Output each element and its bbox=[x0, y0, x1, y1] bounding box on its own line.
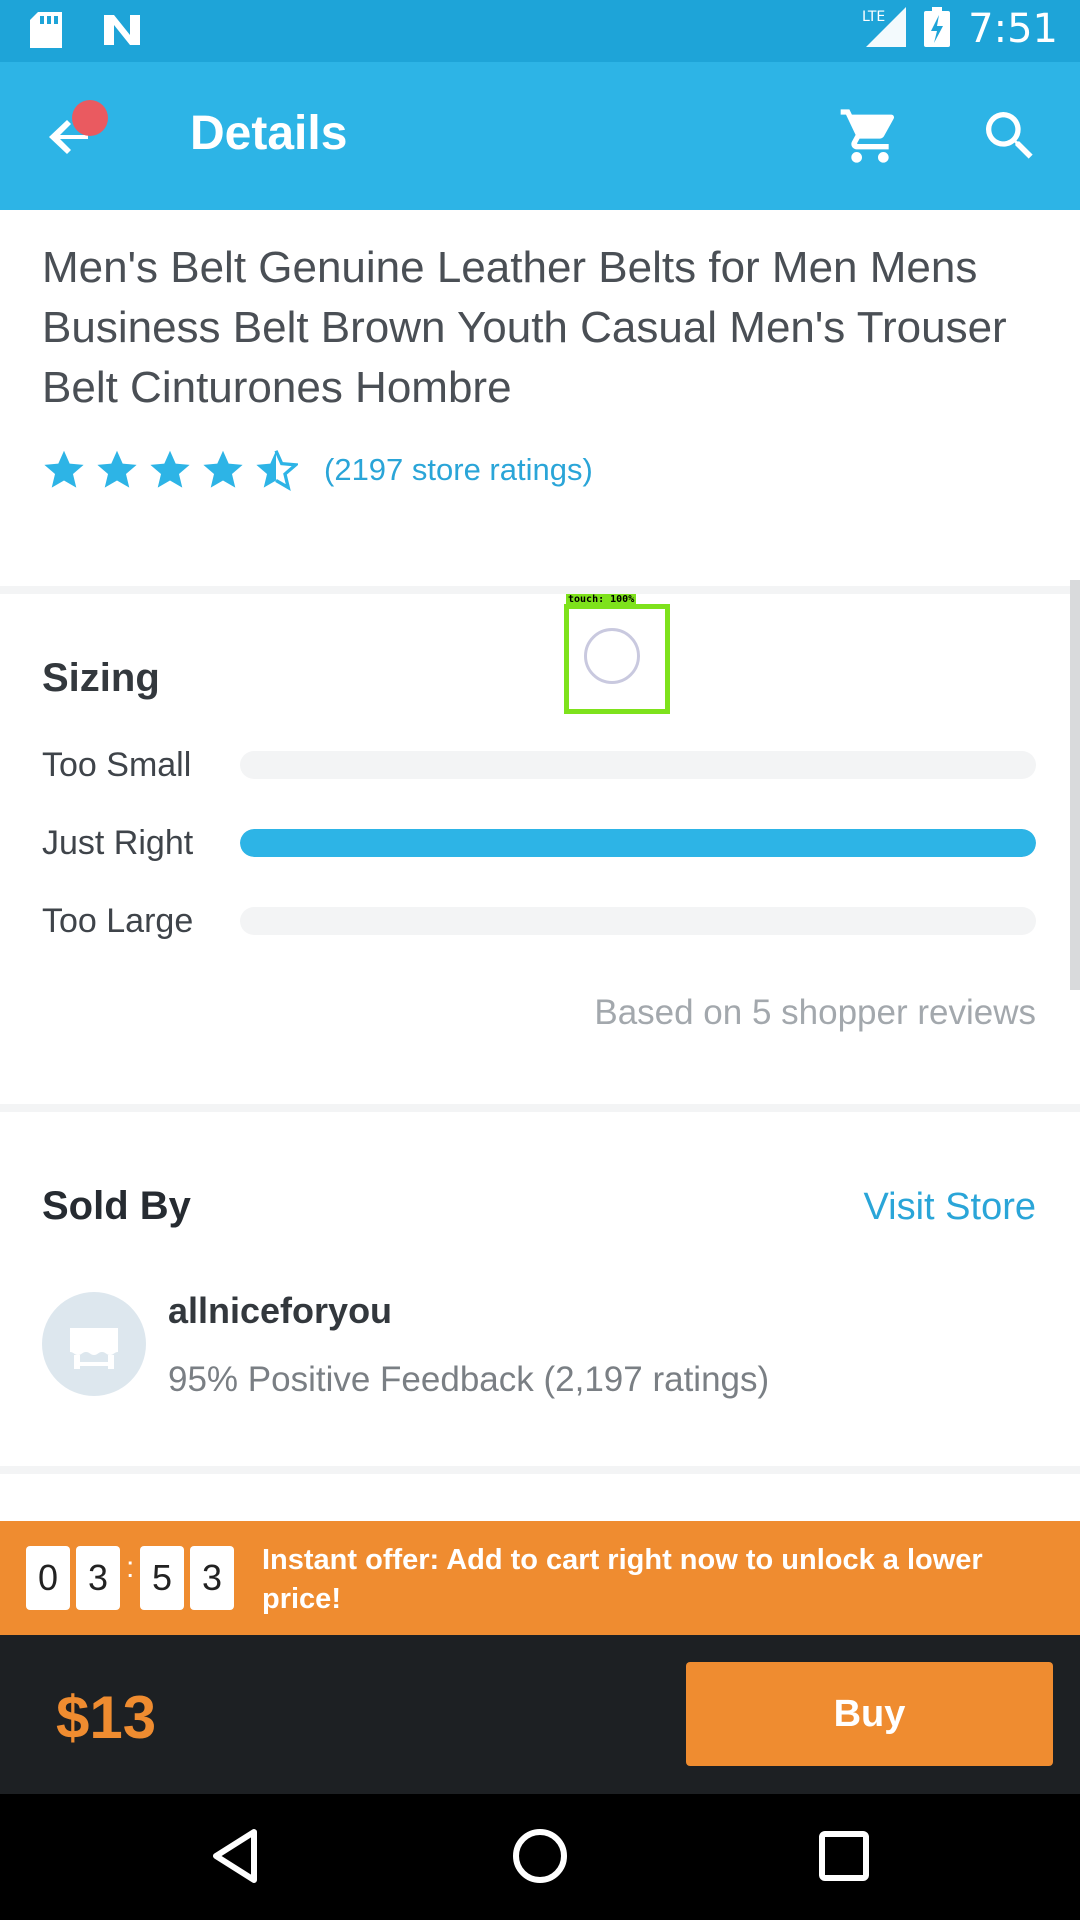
divider bbox=[0, 586, 1080, 594]
status-bar: LTE 7:51 bbox=[0, 0, 1080, 62]
svg-text:LTE: LTE bbox=[862, 9, 885, 25]
purchase-bar: $13 Buy bbox=[0, 1635, 1080, 1794]
buy-button[interactable]: Buy bbox=[686, 1662, 1053, 1766]
store-avatar[interactable] bbox=[42, 1292, 146, 1396]
divider bbox=[0, 1466, 1080, 1474]
size-label-too-large: Too Large bbox=[42, 902, 194, 940]
screen: LTE 7:51 Details Men's Belt Genuine Leat… bbox=[0, 0, 1080, 1920]
star-full-icon bbox=[44, 450, 84, 488]
battery-charging-icon bbox=[924, 6, 951, 52]
star-full-icon bbox=[150, 450, 190, 488]
status-time: 7:51 bbox=[968, 6, 1058, 52]
recents-square-icon bbox=[819, 1831, 869, 1881]
size-bar-fill bbox=[240, 829, 1036, 857]
nav-recents-button[interactable] bbox=[812, 1824, 876, 1888]
price: $13 bbox=[56, 1684, 157, 1751]
search-icon bbox=[986, 112, 1033, 159]
star-full-icon bbox=[203, 450, 243, 488]
divider bbox=[0, 1104, 1080, 1112]
instant-offer-text: Instant offer: Add to cart right now to … bbox=[262, 1544, 983, 1615]
nav-home-button[interactable] bbox=[508, 1824, 572, 1888]
storefront-icon bbox=[70, 1328, 118, 1369]
touch-indicator-label: touch: 100% bbox=[566, 594, 637, 605]
signal-icon: LTE bbox=[860, 6, 907, 52]
timer-separator: : bbox=[126, 1551, 135, 1584]
size-bar-just-right bbox=[240, 829, 1036, 857]
app-bar: Details bbox=[0, 62, 1080, 210]
page-title: Details bbox=[190, 107, 348, 160]
star-half-icon bbox=[256, 450, 298, 491]
rating-count[interactable]: (2197 store ratings) bbox=[324, 452, 593, 488]
sizing-title: Sizing bbox=[42, 656, 160, 700]
n-notification-icon bbox=[102, 13, 142, 52]
timer-digit: 3 bbox=[190, 1546, 234, 1610]
timer-digit: 5 bbox=[140, 1546, 184, 1610]
scrollbar[interactable] bbox=[1070, 580, 1080, 990]
nav-back-button[interactable] bbox=[204, 1824, 268, 1888]
cart-button[interactable] bbox=[838, 104, 902, 168]
instant-offer-banner[interactable]: 0 3 : 5 3 Instant offer: Add to cart rig… bbox=[0, 1521, 1080, 1635]
store-feedback: 95% Positive Feedback (2,197 ratings) bbox=[168, 1360, 770, 1399]
back-triangle-icon bbox=[213, 1829, 257, 1883]
home-circle-icon bbox=[513, 1829, 567, 1883]
timer-digit: 0 bbox=[26, 1546, 70, 1610]
sizing-based-on: Based on 5 shopper reviews bbox=[594, 993, 1036, 1032]
system-nav-bar bbox=[0, 1794, 1080, 1920]
product-title: Men's Belt Genuine Leather Belts for Men… bbox=[42, 243, 1007, 412]
size-bar-too-small bbox=[240, 751, 1036, 779]
search-button[interactable] bbox=[978, 104, 1042, 168]
touch-point bbox=[584, 628, 640, 684]
timer-digit: 3 bbox=[76, 1546, 120, 1610]
size-label-just-right: Just Right bbox=[42, 824, 194, 862]
store-name[interactable]: allniceforyou bbox=[168, 1290, 392, 1332]
size-label-too-small: Too Small bbox=[42, 746, 192, 784]
notification-dot bbox=[72, 100, 108, 136]
store-rating[interactable]: (2197 store ratings) bbox=[42, 448, 593, 492]
visit-store-link[interactable]: Visit Store bbox=[864, 1186, 1036, 1229]
sold-by-title: Sold By bbox=[42, 1184, 191, 1228]
star-full-icon bbox=[97, 450, 137, 488]
cart-icon bbox=[840, 109, 895, 163]
size-bar-too-large bbox=[240, 907, 1036, 935]
sd-card-icon bbox=[30, 12, 62, 53]
